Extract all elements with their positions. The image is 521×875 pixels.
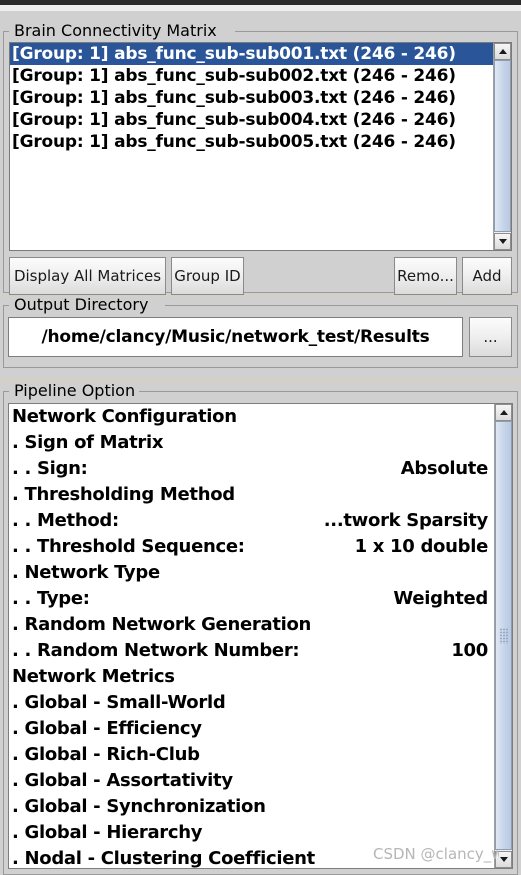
triangle-up-icon	[498, 49, 507, 54]
pipeline-option-row[interactable]: . Global - Rich-Club	[9, 742, 494, 768]
pipeline-option-row[interactable]: . Random Network Generation	[9, 612, 494, 638]
group-frame-top-right-rule	[235, 31, 518, 32]
list-item[interactable]: [Group: 1] abs_func_sub-sub001.txt (246 …	[10, 43, 493, 65]
group-frame-top-left-rule	[3, 391, 9, 392]
pipeline-option-row[interactable]: . Network Type	[9, 560, 494, 586]
scroll-up-arrow-icon[interactable]	[494, 43, 511, 60]
list-item[interactable]: [Group: 1] abs_func_sub-sub003.txt (246 …	[10, 87, 493, 109]
pipeline-option-row-value: 100	[451, 640, 488, 661]
pipeline-option-row-label: . Global - Efficiency	[12, 718, 202, 739]
pipeline-option-row-label: . . Threshold Sequence:	[12, 536, 245, 557]
matrix-list-container[interactable]: [Group: 1] abs_func_sub-sub001.txt (246 …	[9, 42, 512, 251]
pipeline-option-row-label: . Global - Synchronization	[12, 796, 266, 817]
pipeline-option-vertical-scrollbar[interactable]	[494, 404, 512, 868]
group-id-button[interactable]: Group ID	[171, 257, 244, 295]
pipeline-option-row[interactable]: . . Method: ...twork Sparsity	[9, 508, 494, 534]
list-item[interactable]: [Group: 1] abs_func_sub-sub005.txt (246 …	[10, 131, 493, 153]
pipeline-option-tree[interactable]: Network Configuration . Sign of Matrix . .…	[9, 404, 494, 868]
brain-connectivity-matrix-group: Brain Connectivity Matrix [Group: 1] abs…	[0, 11, 521, 295]
browse-directory-button[interactable]: ...	[469, 317, 512, 357]
pipeline-option-row-label: . Nodal - Clustering Coefficient	[12, 848, 315, 868]
scrollbar-thumb[interactable]	[495, 421, 512, 850]
list-item[interactable]: [Group: 1] abs_func_sub-sub002.txt (246 …	[10, 65, 493, 87]
pipeline-option-row-value: Weighted	[393, 588, 488, 609]
pipeline-option-row-label: Network Configuration	[12, 406, 237, 427]
matrix-list-vertical-scrollbar[interactable]	[493, 43, 511, 250]
pipeline-option-row-value: 1 x 10 double	[354, 536, 489, 557]
pipeline-option-row-label: . Global - Assortativity	[12, 770, 233, 791]
pipeline-option-row[interactable]: . Sign of Matrix	[9, 430, 494, 456]
output-directory-path-field[interactable]: /home/clancy/Music/network_test/Results	[8, 317, 463, 357]
pipeline-option-row-label: . Random Network Generation	[12, 614, 312, 635]
brain-connectivity-matrix-title: Brain Connectivity Matrix	[10, 22, 221, 40]
application-window: Brain Connectivity Matrix [Group: 1] abs…	[0, 0, 521, 875]
pipeline-option-row-label: . Global - Small-World	[12, 692, 226, 713]
pipeline-option-group: Pipeline Option Network Configuration . S…	[0, 382, 521, 875]
scroll-down-arrow-icon[interactable]	[495, 851, 512, 868]
pipeline-option-row-label: . . Random Network Number:	[12, 640, 300, 661]
pipeline-option-row-label: Network Metrics	[12, 666, 175, 687]
group-frame-top-right-rule	[165, 305, 518, 306]
scrollbar-grip-icon	[499, 627, 508, 644]
pipeline-option-row-label: . . Type:	[12, 588, 90, 609]
pipeline-option-row[interactable]: . Global - Small-World	[9, 690, 494, 716]
triangle-down-icon	[498, 239, 507, 244]
pipeline-option-row[interactable]: . . Type: Weighted	[9, 586, 494, 612]
matrix-button-row: Display All Matrices Group ID Remo... Ad…	[9, 257, 512, 295]
group-frame-top-left-rule	[3, 305, 9, 306]
scroll-down-arrow-icon[interactable]	[494, 233, 511, 250]
pipeline-option-row[interactable]: . Thresholding Method	[9, 482, 494, 508]
pipeline-option-row[interactable]: Network Configuration	[9, 404, 494, 430]
matrix-list[interactable]: [Group: 1] abs_func_sub-sub001.txt (246 …	[10, 43, 493, 250]
pipeline-option-row[interactable]: Network Metrics	[9, 664, 494, 690]
pipeline-option-row-label: . Sign of Matrix	[12, 432, 164, 453]
pipeline-option-tree-container[interactable]: Network Configuration . Sign of Matrix . .…	[8, 403, 513, 869]
group-frame-top-left-rule	[3, 31, 9, 32]
pipeline-option-row[interactable]: . . Threshold Sequence: 1 x 10 double	[9, 534, 494, 560]
scroll-up-arrow-icon[interactable]	[495, 404, 512, 421]
remove-button[interactable]: Remo...	[394, 257, 457, 295]
pipeline-option-row[interactable]: . Global - Efficiency	[9, 716, 494, 742]
pipeline-option-row-value: Absolute	[400, 458, 489, 479]
output-directory-group: Output Directory /home/clancy/Music/netw…	[0, 296, 521, 378]
pipeline-option-row-value: ...twork Sparsity	[323, 510, 489, 531]
pipeline-option-row-label: . Global - Rich-Club	[12, 744, 200, 765]
display-all-matrices-button[interactable]: Display All Matrices	[9, 257, 166, 295]
triangle-down-icon	[499, 857, 508, 862]
pipeline-option-row[interactable]: . Global - Synchronization	[9, 794, 494, 820]
pipeline-option-row[interactable]: . Global - Assortativity	[9, 768, 494, 794]
group-frame-top-right-rule	[137, 391, 518, 392]
list-item[interactable]: [Group: 1] abs_func_sub-sub004.txt (246 …	[10, 109, 493, 131]
output-directory-title: Output Directory	[10, 296, 153, 314]
pipeline-option-row-label: . . Method:	[12, 510, 119, 531]
pipeline-option-row[interactable]: . . Random Network Number: 100	[9, 638, 494, 664]
pipeline-option-row-label: . Network Type	[12, 562, 160, 583]
pipeline-option-title: Pipeline Option	[10, 382, 140, 400]
pipeline-option-row-label: . Global - Hierarchy	[12, 822, 203, 843]
pipeline-option-row[interactable]: . . Sign: Absolute	[9, 456, 494, 482]
pipeline-option-row[interactable]: . Nodal - Clustering Coefficient	[9, 846, 494, 868]
scrollbar-thumb[interactable]	[494, 60, 511, 232]
add-button[interactable]: Add	[462, 257, 512, 295]
pipeline-option-row[interactable]: . Global - Hierarchy	[9, 820, 494, 846]
pipeline-option-row-label: . . Sign:	[12, 458, 88, 479]
pipeline-option-row-label: . Thresholding Method	[12, 484, 235, 505]
triangle-up-icon	[499, 410, 508, 415]
